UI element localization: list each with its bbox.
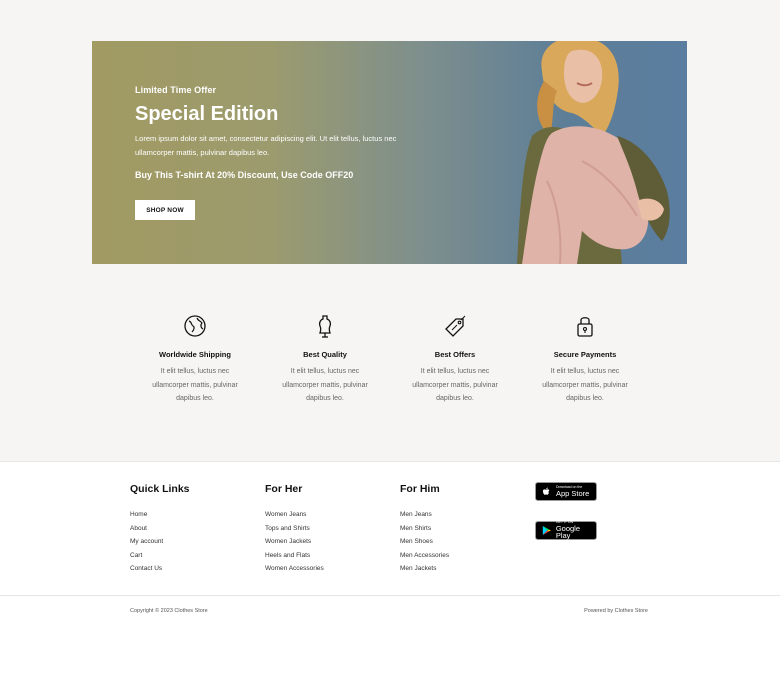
footer-link-tops-and-shirts[interactable]: Tops and Shirts [265, 522, 400, 536]
feature-text: It elit tellus, luctus nec ullamcorper m… [282, 368, 368, 402]
footer-link-cart[interactable]: Cart [130, 549, 265, 563]
for-him-column: For Him Men Jeans Men Shirts Men Shoes M… [400, 483, 535, 576]
footer-columns: Quick Links Home About My account Cart C… [130, 483, 535, 576]
price-tag-icon [445, 315, 466, 337]
quick-links-column: Quick Links Home About My account Cart C… [130, 483, 265, 576]
feature-title: Worldwide Shipping [159, 350, 231, 359]
mannequin-icon [318, 315, 332, 338]
hero-banner: Limited Time Offer Special Edition Lorem… [92, 41, 687, 264]
column-title: For Him [400, 483, 440, 495]
footer-link-women-accessories[interactable]: Women Accessories [265, 562, 400, 576]
footer-link-about[interactable]: About [130, 522, 265, 536]
feature-title: Secure Payments [553, 350, 617, 359]
footer-link-men-jackets[interactable]: Men Jackets [400, 562, 535, 576]
powered-by-text: Powered by Clothes Store [584, 608, 648, 614]
lock-icon [577, 317, 593, 337]
site-footer: Quick Links Home About My account Cart C… [0, 461, 780, 680]
banner-eyebrow: Limited Time Offer [135, 85, 217, 95]
app-store-badge[interactable]: Download on the App Store [535, 482, 597, 501]
model-photo [517, 41, 670, 264]
feature-text: It elit tellus, luctus nec ullamcorper m… [542, 368, 628, 402]
footer-link-men-accessories[interactable]: Men Accessories [400, 549, 535, 563]
store-badges: Download on the App Store GET IT ON Goog… [535, 482, 597, 560]
feature-title: Best Quality [303, 350, 347, 359]
for-her-column: For Her Women Jeans Tops and Shirts Wome… [265, 483, 400, 576]
feature-best-quality: Best Quality It elit tellus, luctus nec … [260, 313, 390, 406]
footer-link-men-jeans[interactable]: Men Jeans [400, 508, 535, 522]
shop-now-button[interactable]: SHOP NOW [135, 200, 195, 220]
footer-link-my-account[interactable]: My account [130, 535, 265, 549]
banner-content: Limited Time Offer Special Edition Lorem… [135, 85, 435, 180]
feature-secure-payments: Secure Payments It elit tellus, luctus n… [520, 313, 650, 406]
feature-title: Best Offers [434, 350, 476, 359]
footer-link-heels-and-flats[interactable]: Heels and Flats [265, 549, 400, 563]
footer-link-home[interactable]: Home [130, 508, 265, 522]
feature-worldwide-shipping: Worldwide Shipping It elit tellus, luctu… [130, 313, 260, 406]
features-row: Worldwide Shipping It elit tellus, luctu… [130, 313, 650, 406]
feature-text: It elit tellus, luctus nec ullamcorper m… [152, 368, 238, 402]
feature-text: It elit tellus, luctus nec ullamcorper m… [412, 368, 498, 402]
footer-link-contact-us[interactable]: Contact Us [130, 562, 265, 576]
footer-link-men-shoes[interactable]: Men Shoes [400, 535, 535, 549]
banner-promo: Buy This T-shirt At 20% Discount, Use Co… [135, 170, 354, 180]
footer-divider [0, 595, 780, 596]
footer-link-men-shirts[interactable]: Men Shirts [400, 522, 535, 536]
google-play-icon [542, 525, 551, 536]
column-title: Quick Links [130, 483, 190, 495]
copyright-text: Copyright © 2023 Clothes Store [130, 608, 208, 614]
footer-link-women-jeans[interactable]: Women Jeans [265, 508, 400, 522]
globe-icon [184, 315, 206, 337]
column-title: For Her [265, 483, 303, 495]
footer-link-women-jackets[interactable]: Women Jackets [265, 535, 400, 549]
google-play-badge[interactable]: GET IT ON Google Play [535, 521, 597, 540]
banner-description: Lorem ipsum dolor sit amet, consectetur … [135, 134, 397, 157]
badge-big-text: Google Play [555, 523, 580, 541]
badge-big-text: App Store [556, 488, 590, 498]
feature-best-offers: Best Offers It elit tellus, luctus nec u… [390, 313, 520, 406]
banner-title: Special Edition [135, 103, 279, 125]
apple-icon [542, 487, 550, 495]
